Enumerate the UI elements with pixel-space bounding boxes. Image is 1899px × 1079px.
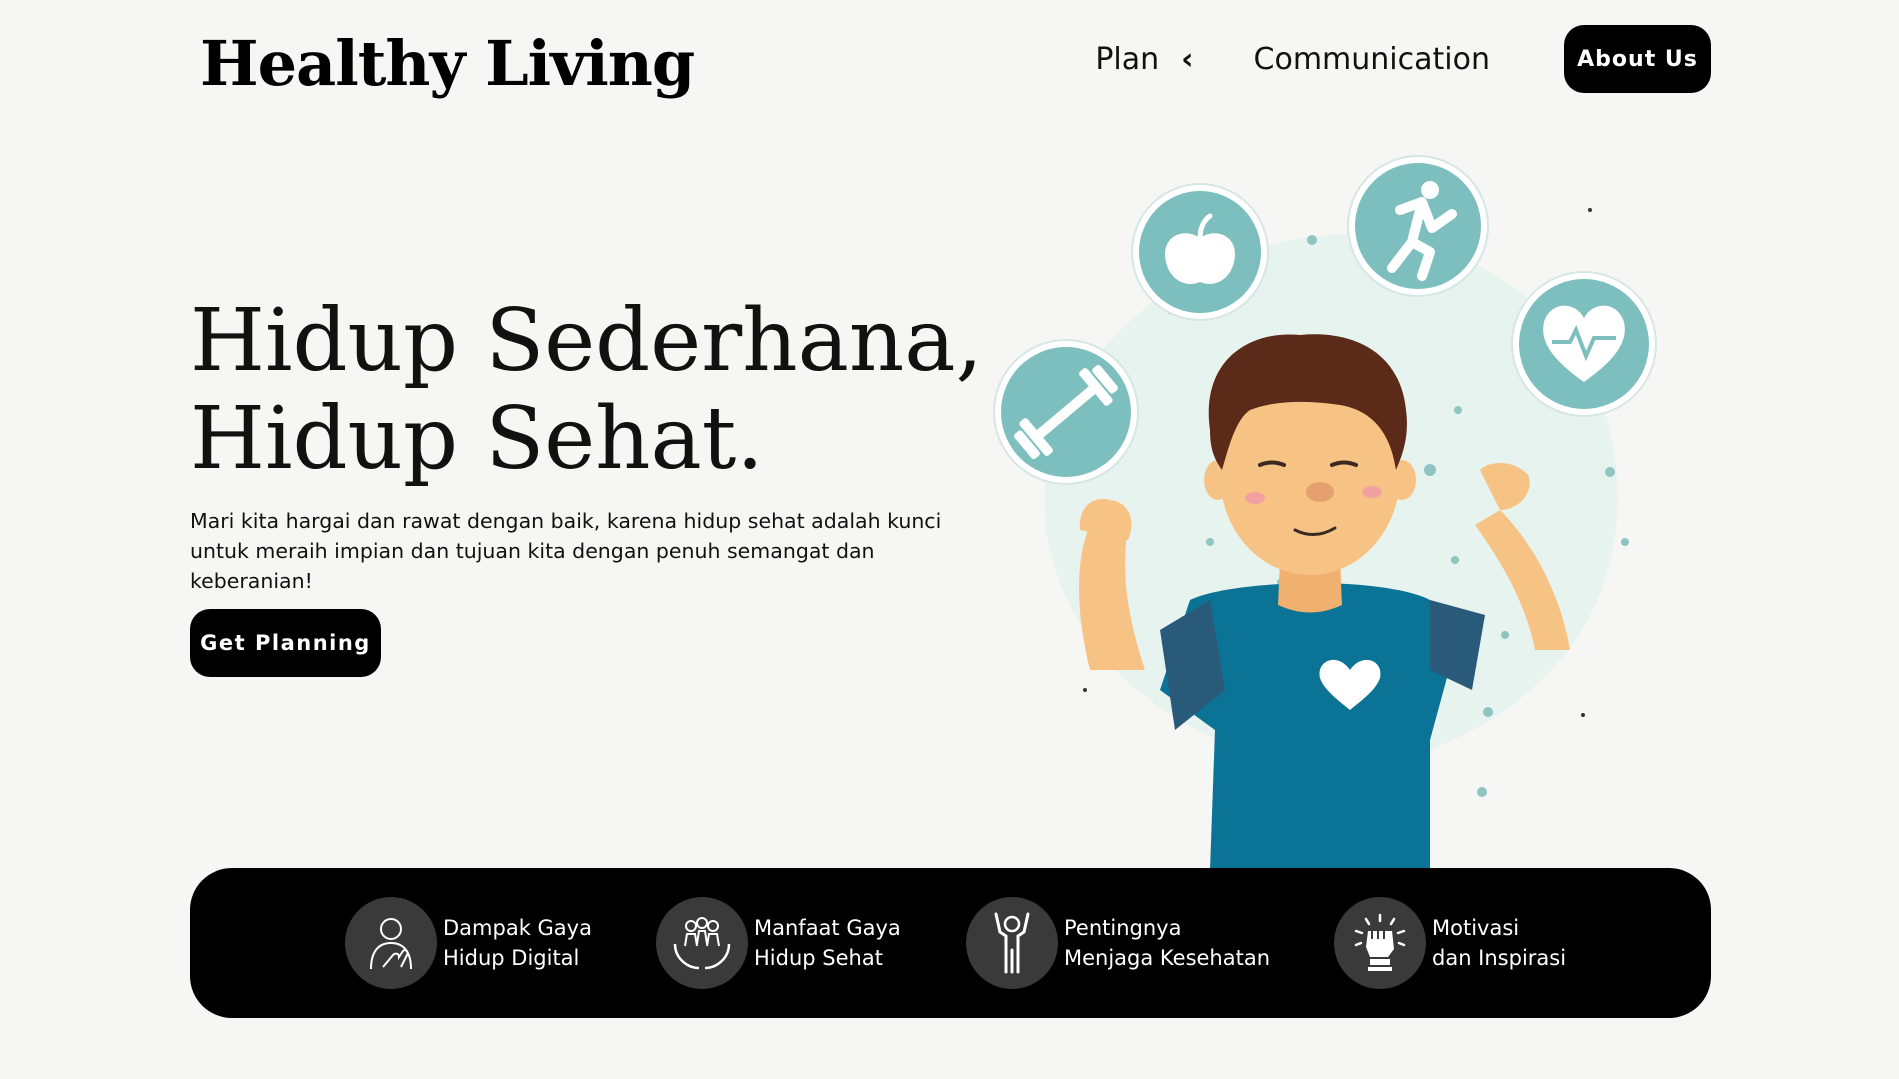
person-arms-up-icon — [966, 897, 1058, 989]
page: Healthy Living Plan ‹ Communication Abou… — [0, 0, 1899, 1079]
feature-label: Pentingnya Menjaga Kesehatan — [1064, 913, 1270, 973]
feature-label: Motivasi dan Inspirasi — [1432, 913, 1566, 973]
about-us-button[interactable]: About Us — [1564, 25, 1711, 93]
running-icon — [1347, 155, 1489, 297]
get-planning-button[interactable]: Get Planning — [190, 609, 381, 677]
feature-label-line1: Manfaat Gaya — [754, 916, 901, 940]
feature-label: Manfaat Gaya Hidup Sehat — [754, 913, 901, 973]
feature-label-line2: dan Inspirasi — [1432, 946, 1567, 970]
feature-bar: Dampak Gaya Hidup Digital Manfaat Gaya H… — [190, 868, 1711, 1018]
community-hands-icon — [656, 897, 748, 989]
feature-item-motivasi[interactable]: Motivasi dan Inspirasi — [1334, 896, 1566, 990]
feature-item-pentingnya[interactable]: Pentingnya Menjaga Kesehatan — [966, 896, 1270, 990]
nav-plan[interactable]: Plan ‹ — [1095, 42, 1193, 77]
feature-label-line1: Pentingnya — [1064, 916, 1182, 940]
feature-label-line2: Hidup Digital — [443, 946, 580, 970]
feature-item-dampak[interactable]: Dampak Gaya Hidup Digital — [345, 896, 592, 990]
hero-title: Hidup Sederhana, Hidup Sehat. — [190, 291, 983, 489]
fist-icon — [1334, 897, 1426, 989]
feature-item-manfaat[interactable]: Manfaat Gaya Hidup Sehat — [656, 896, 901, 990]
feature-label-line2: Hidup Sehat — [754, 946, 883, 970]
feature-label: Dampak Gaya Hidup Digital — [443, 913, 592, 973]
heart-rate-icon — [1511, 271, 1657, 417]
person-hand-icon — [345, 897, 437, 989]
nav-communication[interactable]: Communication — [1254, 42, 1490, 77]
hero-title-line1: Hidup Sederhana, — [190, 291, 983, 391]
feature-label-line1: Motivasi — [1432, 916, 1520, 940]
site-logo[interactable]: Healthy Living — [200, 26, 695, 102]
feature-label-line2: Menjaga Kesehatan — [1064, 946, 1271, 970]
dumbbell-icon — [993, 339, 1139, 485]
hero-title-line2: Hidup Sehat. — [190, 389, 764, 489]
feature-label-line1: Dampak Gaya — [443, 916, 592, 940]
hero-description: Mari kita hargai dan rawat dengan baik, … — [190, 509, 942, 593]
chevron-left-icon: ‹ — [1181, 41, 1194, 77]
hero-illustration — [993, 155, 1657, 870]
main-nav: Plan ‹ Communication About Us — [1095, 25, 1711, 93]
nav-plan-label: Plan — [1095, 41, 1160, 77]
apple-icon — [1131, 183, 1269, 321]
